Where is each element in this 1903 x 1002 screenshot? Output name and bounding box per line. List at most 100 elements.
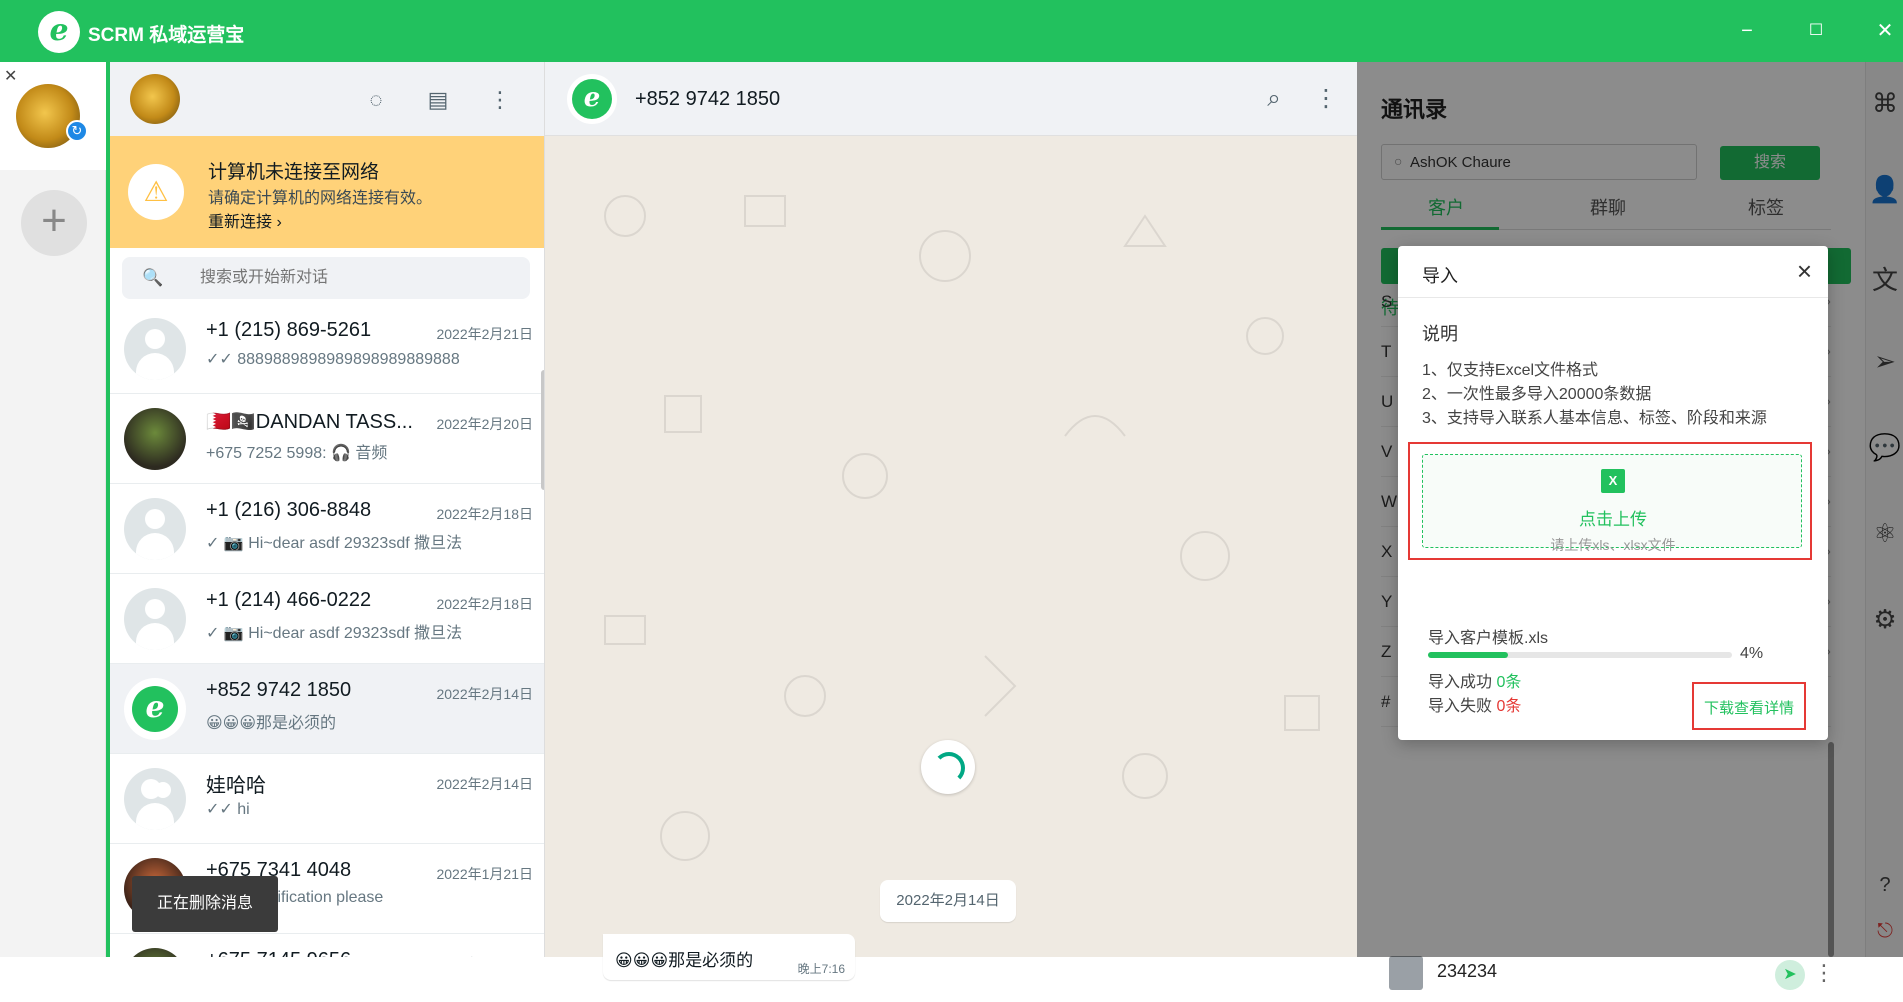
chat-name: 娃哈哈 bbox=[206, 775, 266, 797]
avatar bbox=[124, 498, 186, 560]
modal-header: 导入 × bbox=[1398, 246, 1828, 298]
upload-label: 点击上传 bbox=[1579, 510, 1647, 529]
success-label: 导入成功 bbox=[1428, 674, 1493, 691]
chat-name: +1 (215) 869-5261 bbox=[206, 319, 372, 341]
progress-fill bbox=[1428, 652, 1509, 658]
date-chip: 2022年2月14日 bbox=[880, 880, 1016, 922]
upload-hint: 请上传xls、xlsx文件 bbox=[1550, 537, 1676, 553]
success-count: 0条 bbox=[1496, 674, 1522, 691]
chat-date: 2022年1月21日 bbox=[436, 866, 533, 882]
chat-date: 2022年2月18日 bbox=[436, 506, 533, 522]
chat-row[interactable]: +1 (216) 306-8848 2022年2月18日 ✓ 📷 Hi~dear a… bbox=[110, 484, 544, 574]
status-icon[interactable]: ◌ bbox=[362, 86, 390, 114]
close-icon[interactable]: × bbox=[1797, 256, 1812, 287]
add-account-button[interactable]: + bbox=[21, 190, 87, 256]
message-bubble[interactable]: 😀😀😀那是必须的 晚上7:16 bbox=[603, 934, 855, 980]
menu-dots-icon[interactable]: ⋮ bbox=[486, 86, 514, 114]
rule-item: 1、仅支持Excel文件格式 bbox=[1422, 362, 1599, 379]
warning-icon: ⚠ bbox=[128, 164, 184, 220]
chat-date: 2022年2月14日 bbox=[436, 686, 533, 702]
account-column: ✕ ↻ + bbox=[0, 62, 106, 957]
chat-date: 2022年2月21日 bbox=[436, 326, 533, 342]
chat-list-panel: ◌ ▤ ⋮ ⚠ 计算机未连接至网络 请确定计算机的网络连接有效。 重新连接 › … bbox=[106, 62, 545, 957]
chat-search-bar: 🔍 bbox=[110, 248, 544, 304]
chat-search-input[interactable] bbox=[200, 257, 520, 299]
chat-preview: ✓ 📷 Hi~dear asdf 29323sdf 撒旦法 bbox=[206, 625, 463, 642]
avatar bbox=[124, 588, 186, 650]
chat-date: 2022年2月18日 bbox=[436, 596, 533, 612]
excel-icon: X bbox=[1601, 469, 1625, 493]
file-name: 导入客户模板.xls bbox=[1428, 630, 1549, 647]
fail-stat: 导入失败 0条 bbox=[1428, 692, 1521, 716]
chat-header: e +852 9742 1850 ⌕ ⋮ bbox=[545, 62, 1357, 136]
offline-banner: ⚠ 计算机未连接至网络 请确定计算机的网络连接有效。 重新连接 › bbox=[110, 136, 544, 248]
chat-preview: ✓✓ 8889889898989898989889888 bbox=[206, 351, 460, 368]
menu-dots-icon[interactable]: ⋮ bbox=[1813, 960, 1835, 986]
chat-name: +1 (216) 306-8848 bbox=[206, 499, 372, 521]
refresh-icon[interactable]: ↻ bbox=[66, 120, 88, 142]
close-account-icon[interactable]: ✕ bbox=[4, 66, 17, 86]
minimize-button[interactable]: − bbox=[1730, 14, 1764, 48]
app-logo: e bbox=[38, 11, 80, 53]
reconnect-link[interactable]: 重新连接 › bbox=[208, 208, 282, 232]
new-chat-icon[interactable]: ▤ bbox=[424, 86, 452, 114]
contact-avatar[interactable]: e bbox=[567, 74, 617, 124]
chat-date: 2022年2月14日 bbox=[436, 776, 533, 792]
title-bar: e SCRM 私域运营宝 − ☐ ✕ bbox=[0, 0, 1903, 62]
message-time: 晚上7:16 bbox=[797, 962, 845, 976]
chat-name: +852 9742 1850 bbox=[206, 679, 352, 701]
avatar bbox=[124, 768, 186, 830]
toast-message: 正在删除消息 bbox=[132, 876, 278, 932]
fail-label: 导入失败 bbox=[1428, 698, 1493, 715]
chat-name: 🇧🇭🏴‍☠️DANDAN TASS... bbox=[206, 411, 413, 433]
chat-background-pattern bbox=[604, 195, 1320, 861]
message-text: 😀😀😀那是必须的 bbox=[615, 951, 754, 970]
import-modal: 导入 × 说明 1、仅支持Excel文件格式 2、一次性最多导入20000条数据… bbox=[1398, 246, 1828, 740]
chat-row[interactable]: +1 (215) 869-5261 2022年2月21日 ✓✓ 8889889898… bbox=[110, 304, 544, 394]
rule-item: 3、支持导入联系人基本信息、标签、阶段和来源 bbox=[1422, 410, 1767, 427]
chat-row[interactable]: +1 (214) 466-0222 2022年2月18日 ✓ 📷 Hi~dear a… bbox=[110, 574, 544, 664]
chat-contact-name[interactable]: +852 9742 1850 bbox=[635, 88, 780, 111]
chat-rows: +1 (215) 869-5261 2022年2月21日 ✓✓ 8889889898… bbox=[110, 304, 544, 957]
chat-preview: ✓ 📷 Hi~dear asdf 29323sdf 撒旦法 bbox=[206, 535, 463, 552]
avatar bbox=[124, 318, 186, 380]
explain-title: 说明 bbox=[1422, 324, 1458, 344]
chat-date: 2022年2月20日 bbox=[436, 416, 533, 432]
account-card[interactable]: ✕ ↻ bbox=[0, 62, 106, 170]
banner-title: 计算机未连接至网络 bbox=[208, 162, 380, 183]
fail-count: 0条 bbox=[1496, 698, 1522, 715]
chat-preview: +675 7252 5998: 🎧 音频 bbox=[206, 445, 388, 462]
modal-title: 导入 bbox=[1422, 266, 1458, 286]
chat-preview: 😀😀😀那是必须的 bbox=[206, 715, 337, 732]
banner-desc: 请确定计算机的网络连接有效。 bbox=[208, 190, 433, 207]
chat-list-header: ◌ ▤ ⋮ bbox=[110, 62, 544, 136]
contact-name: 234234 bbox=[1437, 961, 1498, 981]
rule-item: 2、一次性最多导入20000条数据 bbox=[1422, 386, 1652, 403]
chat-name: +675 7145 9656 bbox=[206, 949, 416, 957]
my-avatar[interactable] bbox=[130, 74, 180, 124]
chat-search-box: 🔍 bbox=[122, 257, 530, 299]
avatar bbox=[124, 948, 186, 957]
send-icon[interactable]: ➤ bbox=[1775, 960, 1805, 990]
success-stat: 导入成功 0条 bbox=[1428, 668, 1521, 692]
download-details-link[interactable]: 下载查看详情 bbox=[1704, 697, 1794, 718]
contact-avatar bbox=[1389, 956, 1423, 990]
chat-row[interactable]: +675 7145 96562022年1月20日 bbox=[110, 934, 544, 957]
chat-row[interactable]: e +852 9742 1850 2022年2月14日 😀😀😀那是必须的 bbox=[110, 664, 544, 754]
chat-area: e +852 9742 1850 ⌕ ⋮ 2022年2月14日 😀😀😀那是必须的… bbox=[545, 62, 1357, 980]
chat-preview: ✓✓ hi bbox=[206, 801, 250, 818]
upload-dropzone[interactable]: X 点击上传 请上传xls、xlsx文件 bbox=[1422, 454, 1802, 553]
menu-dots-icon[interactable]: ⋮ bbox=[1311, 84, 1341, 114]
loading-spinner bbox=[921, 740, 975, 794]
search-icon[interactable]: ⌕ bbox=[1259, 84, 1289, 114]
close-window-button[interactable]: ✕ bbox=[1868, 14, 1902, 48]
chat-row[interactable]: 娃哈哈 2022年2月14日 ✓✓ hi bbox=[110, 754, 544, 844]
app-title: SCRM 私域运营宝 bbox=[88, 25, 245, 46]
search-icon: 🔍 bbox=[142, 268, 164, 287]
avatar bbox=[124, 408, 186, 470]
maximize-button[interactable]: ☐ bbox=[1799, 14, 1833, 48]
brand-logo-icon: e bbox=[572, 79, 612, 119]
progress-text: 4% bbox=[1740, 645, 1764, 662]
progress-bar bbox=[1428, 652, 1732, 658]
chat-row[interactable]: 🇧🇭🏴‍☠️DANDAN TASS... 2022年2月20日 +675 7252 … bbox=[110, 394, 544, 484]
